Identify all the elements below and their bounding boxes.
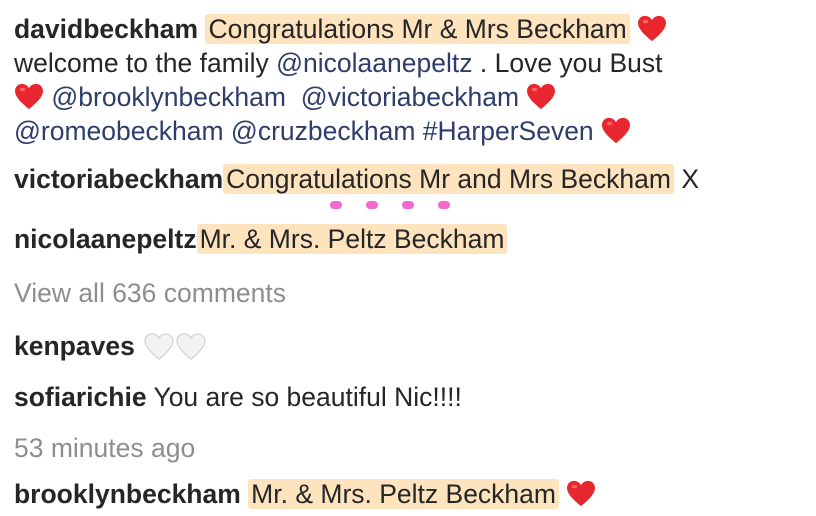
username[interactable]: victoriabeckham (14, 164, 223, 194)
white-heart-icon (144, 333, 174, 361)
hashtag-link[interactable]: #HarperSeven (423, 116, 594, 146)
comment-line-3: @brooklynbeckham @victoriabeckham (14, 80, 806, 114)
view-all-comments[interactable]: View all 636 comments (14, 276, 806, 310)
comment-text: X (681, 164, 700, 194)
red-heart-icon (526, 83, 556, 111)
highlighted-text: Congratulations Mr & Mrs Beckham (205, 14, 630, 44)
comment-text: . Love you Bust (472, 48, 663, 78)
comment-victoriabeckham: victoriabeckham Congratulations Mr and Mr… (14, 162, 806, 196)
comment-sofiarichie: sofiarichie You are so beautiful Nic!!!! (14, 380, 806, 414)
highlighted-text: Mr. & Mrs. Peltz Beckham (196, 224, 508, 254)
comment-line: kenpaves (14, 329, 806, 363)
view-all-link[interactable]: View all 636 comments (14, 276, 806, 310)
highlighted-text: Congratulations Mr and Mrs Beckham (223, 164, 674, 194)
mention-link[interactable]: @victoriabeckham (301, 82, 519, 112)
timestamp-text: 53 minutes ago (14, 433, 196, 463)
comment-line-1: davidbeckham Congratulations Mr & Mrs Be… (14, 12, 806, 46)
red-heart-icon (637, 15, 667, 43)
username[interactable]: sofiarichie (14, 382, 147, 412)
username[interactable]: brooklynbeckham (14, 479, 241, 509)
username[interactable]: nicolaanepeltz (14, 224, 197, 254)
comment-line: brooklynbeckham Mr. & Mrs. Peltz Beckham (14, 477, 806, 511)
comment-text: You are so beautiful Nic!!!! (153, 382, 462, 412)
comment-line-2: welcome to the family @nicolaanepeltz . … (14, 46, 806, 80)
username[interactable]: davidbeckham (14, 14, 198, 44)
red-heart-icon (601, 117, 631, 145)
red-heart-icon (14, 83, 44, 111)
comment-line: victoriabeckham Congratulations Mr and Mr… (14, 162, 806, 196)
mention-link[interactable]: @romeobeckham (14, 116, 224, 146)
emoji-fragment (330, 196, 474, 214)
mention-link[interactable]: @nicolaanepeltz (276, 48, 472, 78)
comment-kenpaves: kenpaves (14, 329, 806, 363)
red-heart-icon (566, 480, 596, 508)
comment-line: sofiarichie You are so beautiful Nic!!!! (14, 380, 806, 414)
comment-nicolaanepeltz: nicolaanepeltz Mr. & Mrs. Peltz Beckham (14, 222, 806, 256)
highlighted-text: Mr. & Mrs. Peltz Beckham (248, 479, 559, 509)
comment-line-4: @romeobeckham @cruzbeckham #HarperSeven (14, 114, 806, 148)
comment-davidbeckham: davidbeckham Congratulations Mr & Mrs Be… (14, 12, 806, 148)
mention-link[interactable]: @cruzbeckham (231, 116, 416, 146)
comment-text: welcome to the family (14, 48, 277, 78)
timestamp: 53 minutes ago (14, 431, 806, 465)
comment-line: nicolaanepeltz Mr. & Mrs. Peltz Beckham (14, 222, 806, 256)
comment-brooklynbeckham: brooklynbeckham Mr. & Mrs. Peltz Beckham (14, 477, 806, 511)
white-heart-icon (176, 333, 206, 361)
mention-link[interactable]: @brooklynbeckham (51, 82, 286, 112)
username[interactable]: kenpaves (14, 331, 135, 361)
